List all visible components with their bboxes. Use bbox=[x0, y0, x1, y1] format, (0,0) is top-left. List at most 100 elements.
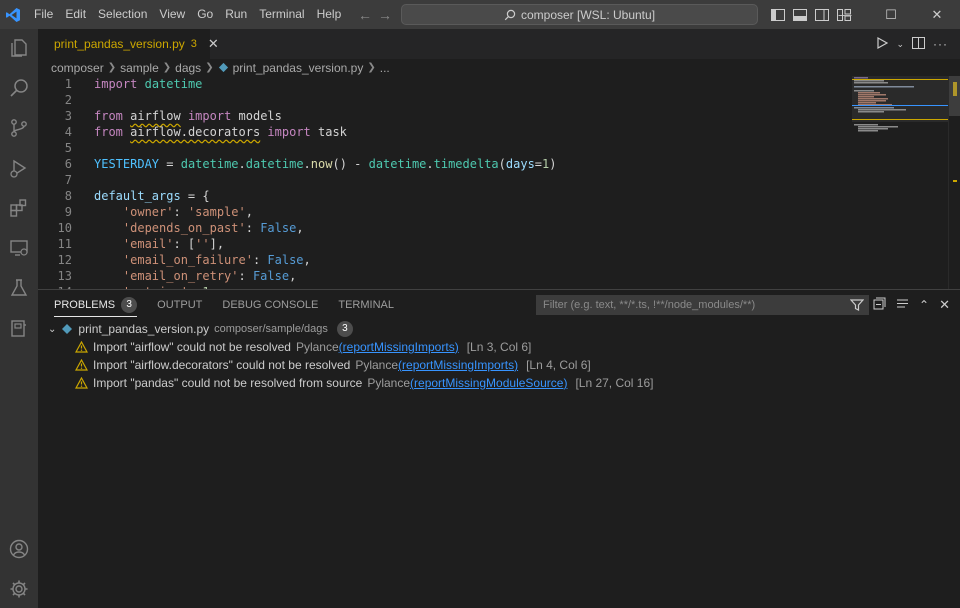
problem-message: Import "pandas" could not be resolved fr… bbox=[93, 376, 363, 390]
problem-file-row[interactable]: ⌄ print_pandas_version.py composer/sampl… bbox=[48, 320, 353, 338]
breadcrumb-item-file[interactable]: print_pandas_version.py bbox=[233, 61, 364, 75]
problem-position: [Ln 3, Col 6] bbox=[466, 340, 532, 354]
extensions-icon[interactable] bbox=[0, 189, 38, 227]
code-line: 2 bbox=[64, 93, 72, 107]
tab-problem-count: 3 bbox=[190, 38, 197, 50]
breadcrumb-item-composer[interactable]: composer bbox=[51, 61, 104, 75]
problem-message: Import "airflow" could not be resolved bbox=[93, 340, 291, 354]
problem-item[interactable]: Import "airflow.decorators" could not be… bbox=[75, 356, 591, 374]
view-as-list-icon[interactable] bbox=[896, 297, 909, 313]
menu-bar: File Edit Selection View Go Run Terminal… bbox=[28, 0, 347, 29]
forward-arrow-icon[interactable]: → bbox=[378, 7, 392, 23]
toggle-panel-icon[interactable] bbox=[792, 8, 808, 22]
menu-edit[interactable]: Edit bbox=[59, 0, 92, 29]
menu-file[interactable]: File bbox=[28, 0, 59, 29]
problem-item[interactable]: Import "pandas" could not be resolved fr… bbox=[75, 374, 654, 392]
close-window-icon[interactable]: ✕ bbox=[914, 0, 960, 29]
notebook-icon[interactable] bbox=[0, 309, 38, 347]
problem-message: Import "airflow.decorators" could not be… bbox=[93, 358, 351, 372]
command-center[interactable]: composer [WSL: Ubuntu] bbox=[401, 4, 758, 25]
menu-view[interactable]: View bbox=[153, 0, 191, 29]
tab-debug-console[interactable]: DEBUG CONSOLE bbox=[212, 290, 328, 320]
code-line: 11 'email': [''], bbox=[57, 237, 225, 251]
menu-terminal[interactable]: Terminal bbox=[253, 0, 310, 29]
problem-file-count-badge: 3 bbox=[336, 321, 353, 337]
code-line: 12 'email_on_failure': False, bbox=[57, 253, 311, 267]
tab-problems[interactable]: PROBLEMS 3 bbox=[44, 290, 147, 320]
settings-gear-icon[interactable] bbox=[0, 570, 38, 608]
problem-item[interactable]: Import "airflow" could not be resolved P… bbox=[75, 338, 531, 356]
breadcrumb-item-symbols[interactable]: ... bbox=[380, 61, 390, 75]
chevron-down-icon[interactable]: ⌄ bbox=[896, 39, 904, 50]
code-line: 6 YESTERDAY = datetime.datetime.now() - d… bbox=[64, 157, 557, 171]
panel-tabs: PROBLEMS 3 OUTPUT DEBUG CONSOLE TERMINAL bbox=[38, 290, 404, 320]
tab-output[interactable]: OUTPUT bbox=[147, 290, 212, 320]
code-line: 8 default_args = { bbox=[64, 189, 210, 203]
breadcrumb-item-dags[interactable]: dags bbox=[175, 61, 201, 75]
maximize-panel-icon[interactable]: ⌃ bbox=[919, 298, 929, 312]
chevron-right-icon: ❯ bbox=[367, 62, 376, 73]
problem-source: Pylance bbox=[355, 358, 399, 372]
source-control-icon[interactable] bbox=[0, 109, 38, 147]
code-line: 7 bbox=[64, 173, 72, 187]
problems-filter bbox=[536, 295, 869, 315]
maximize-icon[interactable]: ☐ bbox=[868, 0, 914, 29]
back-arrow-icon[interactable]: ← bbox=[358, 7, 372, 23]
activity-bar bbox=[0, 29, 38, 608]
remote-explorer-icon[interactable] bbox=[0, 229, 38, 267]
problem-code-link[interactable]: (reportMissingImports) bbox=[398, 358, 518, 372]
title-bar: File Edit Selection View Go Run Terminal… bbox=[0, 0, 960, 29]
toggle-primary-sidebar-icon[interactable] bbox=[770, 8, 786, 22]
warning-icon bbox=[75, 359, 88, 371]
warning-icon bbox=[75, 377, 88, 389]
editor-scrollbar[interactable] bbox=[948, 76, 960, 289]
run-python-file-icon[interactable] bbox=[876, 36, 889, 52]
code-line: 13 'email_on_retry': False, bbox=[57, 269, 297, 283]
filter-input[interactable] bbox=[543, 299, 848, 311]
chevron-down-icon[interactable]: ⌄ bbox=[48, 324, 56, 335]
menu-go[interactable]: Go bbox=[191, 0, 219, 29]
code-editor[interactable]: 1 import datetime 2 3 from airflow import … bbox=[38, 76, 948, 289]
minimap[interactable] bbox=[852, 76, 948, 289]
files-icon[interactable] bbox=[0, 29, 38, 67]
problem-position: [Ln 4, Col 6] bbox=[526, 358, 591, 372]
navigation-arrows: ← → bbox=[358, 0, 392, 29]
tab-debug-console-label: DEBUG CONSOLE bbox=[222, 299, 319, 311]
menu-selection[interactable]: Selection bbox=[92, 0, 153, 29]
menu-help[interactable]: Help bbox=[311, 0, 348, 29]
minimize-icon[interactable]: — bbox=[822, 0, 868, 29]
code-line: 4 from airflow.decorators import task bbox=[64, 125, 347, 139]
code-line: 10 'depends_on_past': False, bbox=[57, 221, 304, 235]
problem-code-link[interactable]: (reportMissingModuleSource) bbox=[410, 376, 567, 390]
warning-icon bbox=[75, 341, 88, 353]
split-editor-icon[interactable] bbox=[912, 36, 925, 52]
tab-output-label: OUTPUT bbox=[157, 299, 203, 311]
problem-source: Pylance bbox=[367, 376, 411, 390]
run-debug-icon[interactable] bbox=[0, 149, 38, 187]
problems-count-badge: 3 bbox=[121, 297, 138, 313]
chevron-right-icon: ❯ bbox=[107, 62, 117, 73]
testing-icon[interactable] bbox=[0, 269, 38, 307]
close-tab-icon[interactable]: ✕ bbox=[208, 36, 219, 52]
account-icon[interactable] bbox=[0, 530, 38, 568]
tab-print-pandas-version[interactable]: print_pandas_version.py 3 ✕ bbox=[38, 29, 219, 59]
python-file-icon bbox=[62, 324, 73, 334]
menu-run[interactable]: Run bbox=[219, 0, 253, 29]
filter-icon[interactable] bbox=[849, 298, 865, 315]
panel-actions: ⌃ ✕ bbox=[873, 290, 950, 320]
code-line: 9 'owner': 'sample', bbox=[64, 205, 253, 219]
more-actions-icon[interactable]: ··· bbox=[933, 37, 948, 51]
close-panel-icon[interactable]: ✕ bbox=[939, 297, 950, 313]
search-icon[interactable] bbox=[0, 69, 38, 107]
breadcrumb-item-sample[interactable]: sample bbox=[120, 61, 159, 75]
vscode-logo-icon[interactable] bbox=[0, 0, 26, 29]
tab-terminal[interactable]: TERMINAL bbox=[328, 290, 404, 320]
collapse-all-icon[interactable] bbox=[873, 297, 886, 313]
chevron-right-icon: ❯ bbox=[205, 62, 214, 73]
editor-tabs-bar: print_pandas_version.py 3 ✕ ⌄ ··· bbox=[38, 29, 960, 59]
problem-file-path: composer/sample/dags bbox=[214, 323, 328, 335]
problem-file-name: print_pandas_version.py bbox=[78, 322, 210, 336]
problem-code-link[interactable]: (reportMissingImports) bbox=[339, 340, 459, 354]
tab-label: print_pandas_version.py bbox=[54, 37, 185, 51]
problem-position: [Ln 27, Col 16] bbox=[575, 376, 654, 390]
